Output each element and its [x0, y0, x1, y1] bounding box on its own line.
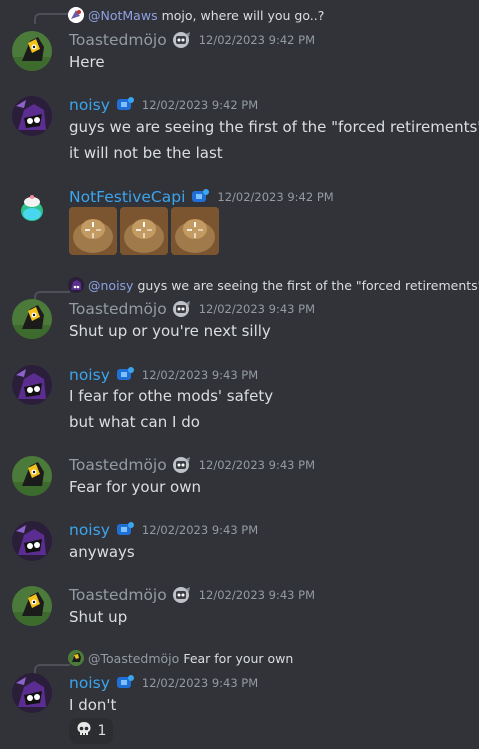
message-text: Here	[69, 53, 105, 71]
clan-badge-icon	[172, 586, 192, 604]
message-text: Shut up or you're next silly	[69, 322, 271, 340]
message-header: noisy 12/02/2023 9:43 PM	[69, 672, 258, 694]
clan-badge-icon	[172, 300, 192, 318]
message-text: Shut up	[69, 608, 128, 626]
reaction-button[interactable]: 1	[69, 718, 113, 744]
reply-author[interactable]: @Toastedmöjo	[88, 651, 179, 666]
message-header: noisy 12/02/2023 9:43 PM	[69, 519, 258, 541]
avatar[interactable]	[12, 456, 52, 496]
skull-icon	[76, 721, 92, 741]
clan-badge-icon	[190, 188, 210, 206]
message-header: NotFestiveCapi 12/02/2023 9:42 PM	[69, 186, 334, 208]
username[interactable]: NotFestiveCapi	[69, 188, 185, 206]
reply-preview[interactable]: @noisy guys we are seeing the first of t…	[68, 277, 479, 293]
reply-text: guys we are seeing the first of the "for…	[137, 277, 479, 293]
timestamp: 12/02/2023 9:43 PM	[141, 523, 259, 537]
username[interactable]: noisy	[69, 366, 110, 384]
reply-connector	[34, 664, 70, 675]
reply-author[interactable]: @noisy	[88, 278, 133, 293]
message-header: Toastedmöjo 12/02/2023 9:43 PM	[69, 298, 315, 320]
message-text: anyways	[69, 543, 135, 561]
clan-badge-icon	[115, 674, 135, 692]
clan-badge-icon	[115, 96, 135, 114]
avatar[interactable]	[12, 673, 52, 713]
username[interactable]: noisy	[69, 674, 110, 692]
avatar[interactable]	[12, 31, 52, 71]
message-text: Fear for your own	[69, 478, 202, 496]
message-text: I fear for othe mods' safety	[69, 387, 274, 405]
message-text: guys we are seeing the first of the "for…	[69, 118, 479, 136]
avatar[interactable]	[12, 586, 52, 626]
image-attachment[interactable]	[120, 207, 168, 255]
username[interactable]: Toastedmöjo	[69, 300, 167, 318]
clan-badge-icon	[172, 31, 192, 49]
username[interactable]: Toastedmöjo	[69, 456, 167, 474]
reply-text: mojo, where will you go..?	[161, 7, 325, 23]
reply-avatar	[68, 277, 84, 293]
image-attachment[interactable]	[171, 207, 219, 255]
message-text: but what can I do	[69, 413, 200, 431]
message-header: noisy 12/02/2023 9:42 PM	[69, 94, 258, 116]
avatar[interactable]	[12, 365, 52, 405]
timestamp: 12/02/2023 9:43 PM	[198, 458, 315, 472]
timestamp: 12/02/2023 9:43 PM	[141, 368, 259, 382]
timestamp: 12/02/2023 9:42 PM	[198, 33, 315, 47]
timestamp: 12/02/2023 9:42 PM	[217, 190, 334, 204]
image-attachment[interactable]	[69, 207, 117, 255]
clan-badge-icon	[115, 521, 135, 539]
avatar[interactable]	[12, 299, 52, 339]
username[interactable]: Toastedmöjo	[69, 586, 167, 604]
message-text: it will not be the last	[69, 144, 223, 162]
timestamp: 12/02/2023 9:42 PM	[141, 98, 259, 112]
avatar[interactable]	[12, 96, 52, 136]
message-header: Toastedmöjo 12/02/2023 9:43 PM	[69, 454, 315, 476]
reply-text: Fear for your own	[183, 650, 294, 666]
avatar[interactable]	[12, 521, 52, 561]
username[interactable]: noisy	[69, 96, 110, 114]
username[interactable]: noisy	[69, 521, 110, 539]
reply-avatar	[68, 7, 84, 23]
message-header: noisy 12/02/2023 9:43 PM	[69, 364, 258, 386]
reply-preview[interactable]: @NotMaws mojo, where will you go..?	[68, 7, 324, 23]
message-text: I don't	[69, 696, 117, 714]
clan-badge-icon	[172, 456, 192, 474]
reaction-count: 1	[97, 723, 107, 739]
avatar[interactable]	[12, 187, 52, 227]
reply-preview[interactable]: @Toastedmöjo Fear for your own	[68, 650, 293, 666]
timestamp: 12/02/2023 9:43 PM	[198, 302, 315, 316]
reply-avatar	[68, 650, 84, 666]
message-header: Toastedmöjo 12/02/2023 9:42 PM	[69, 29, 315, 51]
timestamp: 12/02/2023 9:43 PM	[141, 676, 259, 690]
timestamp: 12/02/2023 9:43 PM	[198, 588, 315, 602]
clan-badge-icon	[115, 366, 135, 384]
reply-author[interactable]: @NotMaws	[88, 8, 158, 23]
message-header: Toastedmöjo 12/02/2023 9:43 PM	[69, 584, 315, 606]
username[interactable]: Toastedmöjo	[69, 31, 167, 49]
reply-connector	[34, 13, 70, 24]
